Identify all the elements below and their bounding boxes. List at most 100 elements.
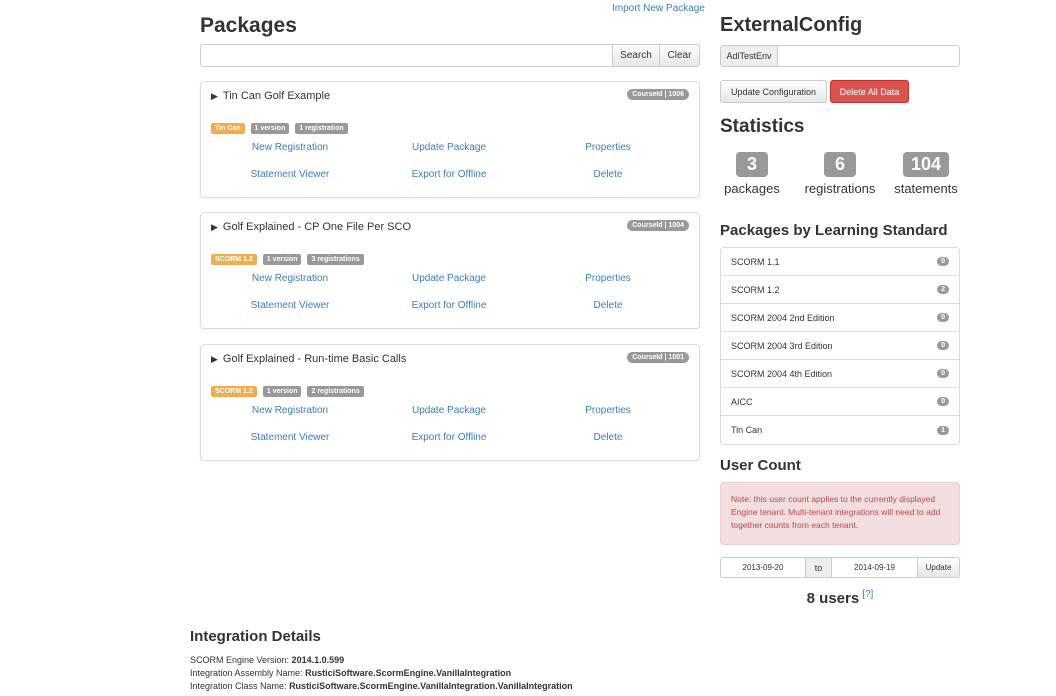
version-count-tag: 1 version — [250, 123, 290, 134]
integration-details-heading: Integration Details — [190, 628, 321, 645]
standard-count-badge: 0 — [937, 341, 949, 350]
clear-button[interactable]: Clear — [660, 44, 700, 67]
assembly-name-value: RusticiSoftware.ScormEngine.VanillaInteg… — [305, 668, 512, 678]
assembly-name-label: Integration Assembly Name: — [190, 668, 303, 678]
package-card: ▶ Golf Explained - CP One File Per SCO Co… — [200, 212, 700, 329]
update-package-link[interactable]: Update Package — [412, 142, 486, 153]
list-item: SCORM 2004 4th Edition 0 — [721, 360, 959, 388]
learning-standard-tag: Tin Can — [211, 123, 245, 134]
expand-triangle-icon[interactable]: ▶ — [211, 91, 218, 101]
external-config-input[interactable] — [778, 45, 960, 67]
new-registration-link[interactable]: New Registration — [252, 273, 328, 284]
update-user-count-button[interactable]: Update — [918, 557, 960, 578]
properties-link[interactable]: Properties — [585, 273, 631, 284]
course-id-badge: CourseId | 1006 — [627, 89, 689, 100]
course-id-badge: CourseId | 1004 — [627, 220, 689, 231]
standard-count-badge: 1 — [937, 425, 949, 435]
standard-name: SCORM 2004 2nd Edition — [731, 312, 835, 323]
export-offline-link[interactable]: Export for Offline — [412, 169, 487, 180]
package-title-text: Tin Can Golf Example — [222, 90, 331, 102]
list-item: SCORM 1.2 2 — [721, 276, 959, 304]
statement-viewer-link[interactable]: Statement Viewer — [251, 169, 330, 180]
package-title-text: Golf Explained - CP One File Per SCO — [222, 221, 412, 233]
new-registration-link[interactable]: New Registration — [252, 405, 328, 416]
standard-count-badge: 0 — [937, 257, 949, 266]
package-tags: SCORM 1.2 1 version 3 registrations — [211, 254, 364, 265]
date-range-row: to Update — [720, 557, 960, 578]
standard-count-badge: 0 — [937, 369, 949, 378]
list-item: Tin Can 1 — [721, 416, 959, 444]
list-item: SCORM 2004 2nd Edition 0 — [721, 304, 959, 332]
list-item: AICC 0 — [721, 388, 959, 416]
list-item: SCORM 1.1 0 — [721, 248, 959, 276]
update-configuration-button[interactable]: Update Configuration — [720, 80, 827, 103]
statement-viewer-link[interactable]: Statement Viewer — [251, 300, 330, 311]
learning-standard-tag: SCORM 1.2 — [211, 254, 257, 265]
properties-link[interactable]: Properties — [585, 405, 631, 416]
user-count-note: Note: this user count applies to the cur… — [720, 482, 960, 545]
to-date-input[interactable] — [831, 557, 918, 578]
package-title[interactable]: ▶ Tin Can Golf Example — [211, 90, 330, 102]
standard-name: AICC — [731, 396, 753, 407]
list-item: SCORM 2004 3rd Edition 0 — [721, 332, 959, 360]
config-addon-label: AdlTestEnv — [720, 45, 778, 67]
delete-package-link[interactable]: Delete — [594, 300, 623, 311]
users-count-value: 8 users — [806, 590, 860, 607]
delete-package-link[interactable]: Delete — [594, 432, 623, 443]
import-new-package-link[interactable]: Import New Package — [612, 3, 705, 14]
standard-count-badge: 2 — [937, 285, 949, 294]
expand-triangle-icon[interactable]: ▶ — [211, 222, 218, 232]
standard-name: SCORM 1.1 — [731, 256, 780, 267]
expand-triangle-icon[interactable]: ▶ — [211, 354, 218, 364]
stat-registrations-label: registrations — [804, 181, 876, 196]
engine-version-label: SCORM Engine Version: — [190, 655, 290, 665]
standard-name: SCORM 2004 4th Edition — [731, 368, 833, 379]
stat-statements-label: statements — [894, 181, 958, 196]
version-count-tag: 1 version — [262, 386, 302, 397]
package-title-text: Golf Explained - Run-time Basic Calls — [222, 353, 407, 365]
stat-packages: 3 packages — [707, 152, 797, 196]
standard-count-badge: 0 — [937, 313, 949, 322]
packages-heading: Packages — [200, 14, 297, 37]
engine-version-value: 2014.1.0.599 — [291, 655, 345, 665]
standard-name: Tin Can — [731, 425, 763, 435]
stat-packages-value: 3 — [736, 152, 768, 177]
update-package-link[interactable]: Update Package — [412, 405, 486, 416]
version-count-tag: 1 version — [262, 254, 302, 265]
update-package-link[interactable]: Update Package — [412, 273, 486, 284]
package-title[interactable]: ▶ Golf Explained - CP One File Per SCO — [211, 221, 411, 233]
delete-package-link[interactable]: Delete — [594, 169, 623, 180]
export-offline-link[interactable]: Export for Offline — [412, 300, 487, 311]
standard-name: SCORM 1.2 — [731, 284, 780, 295]
properties-link[interactable]: Properties — [585, 142, 631, 153]
learning-standard-heading: Packages by Learning Standard — [720, 222, 948, 239]
from-date-input[interactable] — [720, 557, 806, 578]
standard-count-badge: 0 — [937, 397, 949, 406]
stat-packages-label: packages — [724, 181, 780, 196]
registration-count-tag: 2 registrations — [307, 386, 364, 397]
engine-version-line: SCORM Engine Version: 2014.1.0.599 — [190, 655, 344, 665]
stat-statements: 104 statements — [881, 152, 971, 196]
external-config-row: AdlTestEnv — [720, 45, 960, 67]
stat-registrations: 6 registrations — [795, 152, 885, 196]
statement-viewer-link[interactable]: Statement Viewer — [251, 432, 330, 443]
help-link[interactable]: [?] — [862, 589, 873, 600]
package-card: ▶ Tin Can Golf Example CourseId | 1006 Ti… — [200, 81, 700, 198]
class-name-value: RusticiSoftware.ScormEngine.VanillaInteg… — [289, 681, 573, 691]
package-tags: SCORM 1.2 1 version 2 registrations — [211, 386, 364, 397]
package-title[interactable]: ▶ Golf Explained - Run-time Basic Calls — [211, 353, 406, 365]
registration-count-tag: 3 registrations — [307, 254, 364, 265]
new-registration-link[interactable]: New Registration — [252, 142, 328, 153]
users-count: 8 users [?] — [720, 589, 960, 607]
export-offline-link[interactable]: Export for Offline — [412, 432, 487, 443]
statistics-heading: Statistics — [720, 116, 805, 137]
package-tags: Tin Can 1 version 1 registration — [211, 123, 348, 134]
assembly-name-line: Integration Assembly Name: RusticiSoftwa… — [190, 668, 511, 678]
package-search-input[interactable] — [200, 44, 612, 67]
course-id-badge: CourseId | 1001 — [627, 352, 689, 363]
standard-name: SCORM 2004 3rd Edition — [731, 340, 833, 351]
delete-all-data-button[interactable]: Delete All Data — [830, 80, 909, 103]
date-range-separator: to — [806, 557, 831, 578]
search-button[interactable]: Search — [612, 44, 660, 67]
learning-standard-list: SCORM 1.1 0 SCORM 1.2 2 SCORM 2004 2nd Edi… — [720, 247, 960, 445]
